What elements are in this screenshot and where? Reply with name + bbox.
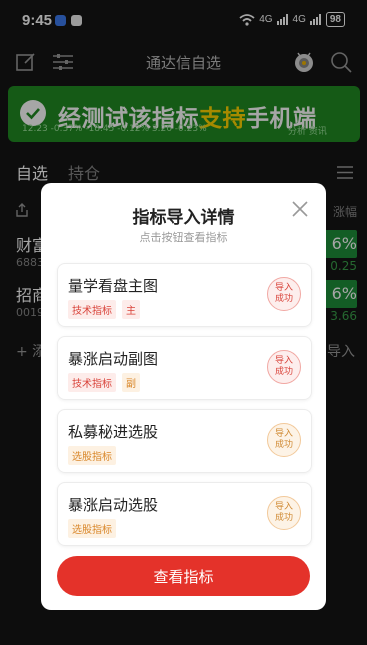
dialog-subtitle: 点击按钮查看指标: [139, 231, 228, 244]
indicator-type-tag: 选股指标: [68, 519, 116, 538]
dialog-title: 指标导入详情: [132, 208, 235, 228]
indicator-name: 暴涨启动副图: [68, 350, 159, 368]
import-success-stamp: 导入 成功: [267, 423, 301, 457]
indicator-chart-tag: 副: [122, 373, 140, 392]
close-icon[interactable]: [290, 199, 310, 219]
indicator-card: 私募秘进选股 选股指标 导入 成功: [57, 409, 312, 473]
indicator-import-dialog: 指标导入详情 点击按钮查看指标 量学看盘主图 技术指标 主 导入 成功 暴涨启动…: [41, 183, 326, 610]
indicator-type-tag: 选股指标: [68, 446, 116, 465]
indicator-card: 量学看盘主图 技术指标 主 导入 成功: [57, 263, 312, 327]
indicator-name: 私募秘进选股: [68, 423, 159, 441]
import-success-stamp: 导入 成功: [267, 350, 301, 384]
indicator-name: 暴涨启动选股: [68, 496, 159, 514]
indicator-chart-tag: 主: [122, 300, 140, 319]
view-indicators-button[interactable]: 查看指标: [57, 556, 310, 596]
indicator-name: 量学看盘主图: [68, 277, 159, 295]
indicator-card: 暴涨启动副图 技术指标 副 导入 成功: [57, 336, 312, 400]
indicator-type-tag: 技术指标: [68, 373, 116, 392]
indicator-card: 暴涨启动选股 选股指标 导入 成功: [57, 482, 312, 546]
indicator-type-tag: 技术指标: [68, 300, 116, 319]
import-success-stamp: 导入 成功: [267, 496, 301, 530]
import-success-stamp: 导入 成功: [267, 277, 301, 311]
